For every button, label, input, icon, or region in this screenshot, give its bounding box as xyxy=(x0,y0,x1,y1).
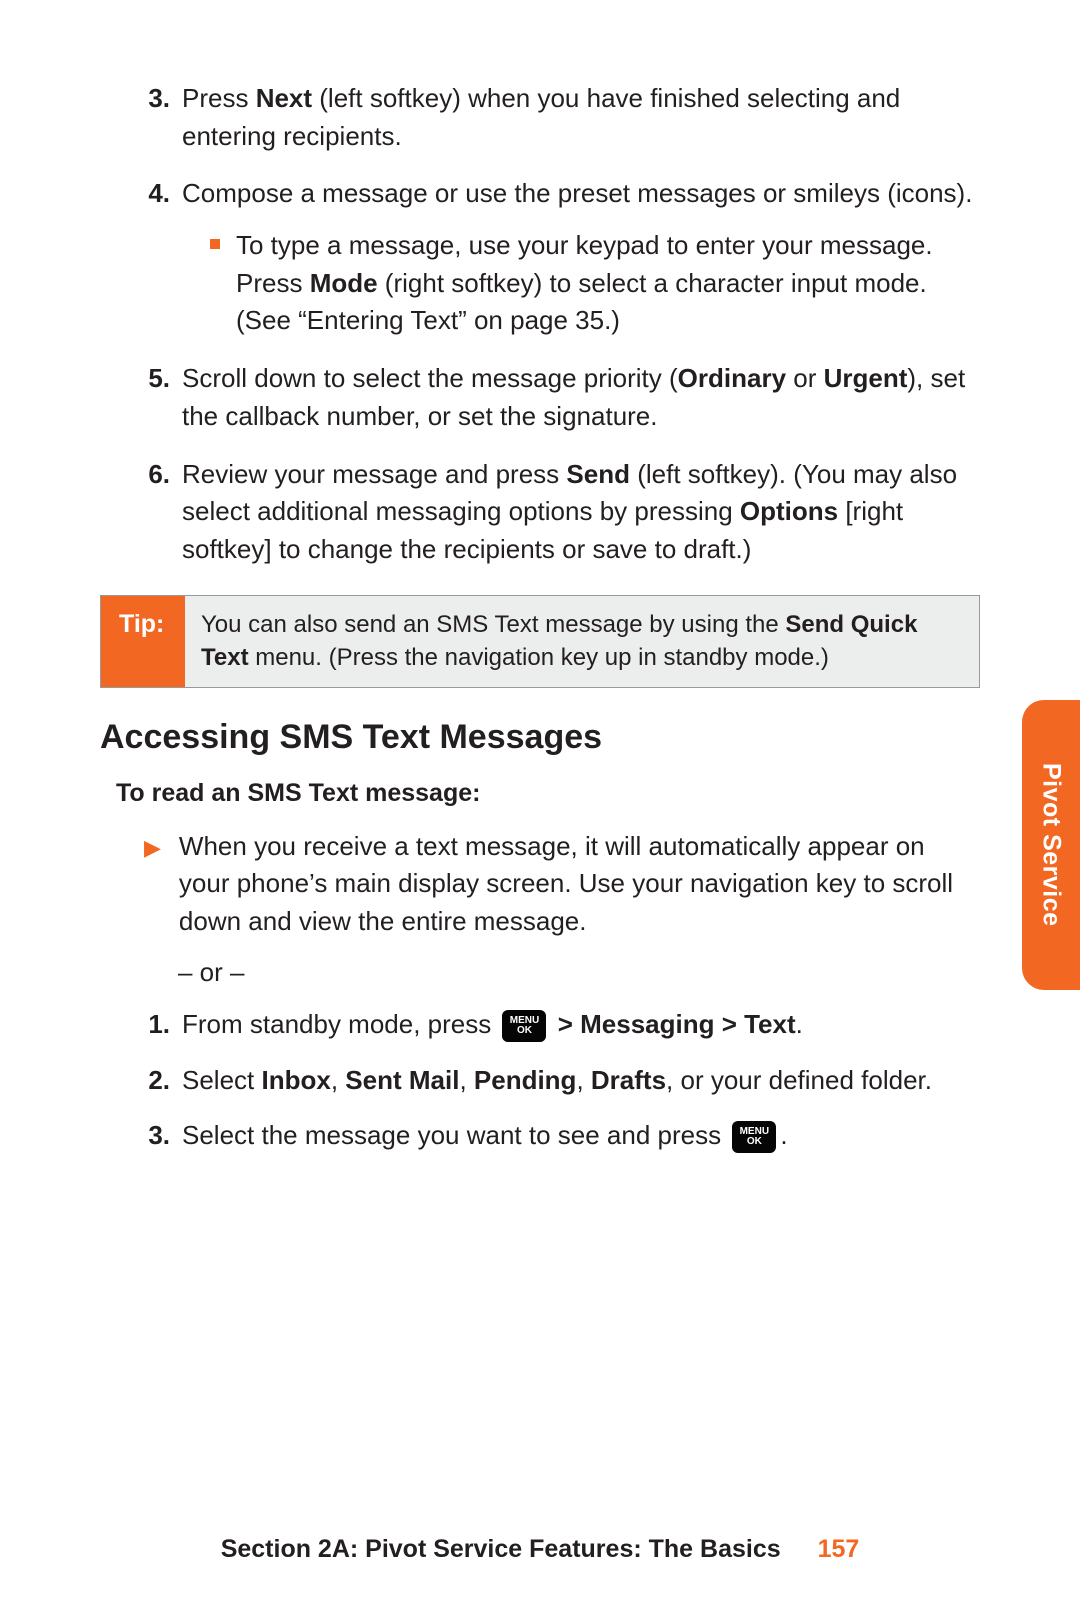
list-item: 2.Select Inbox, Sent Mail, Pending, Draf… xyxy=(140,1062,980,1100)
list-item: 3.Press Next (left softkey) when you hav… xyxy=(140,80,980,155)
step-number: 5. xyxy=(140,360,182,435)
lower-steps-list: 1.From standby mode, press MENUOK > Mess… xyxy=(140,1006,980,1155)
step-number: 2. xyxy=(140,1062,182,1100)
menu-ok-key-icon: MENUOK xyxy=(732,1121,776,1153)
step-content: Press Next (left softkey) when you have … xyxy=(182,80,980,155)
list-item: 6.Review your message and press Send (le… xyxy=(140,456,980,569)
step-number: 3. xyxy=(140,1117,182,1155)
step-number: 1. xyxy=(140,1006,182,1044)
sub-bullet-text: To type a message, use your keypad to en… xyxy=(236,227,980,340)
page-footer: Section 2A: Pivot Service Features: The … xyxy=(0,1535,1080,1564)
tip-content: You can also send an SMS Text message by… xyxy=(185,596,979,687)
step-content: From standby mode, press MENUOK > Messag… xyxy=(182,1006,803,1044)
square-bullet-icon xyxy=(210,239,220,249)
side-tab-label: Pivot Service xyxy=(1037,763,1066,927)
step-content: Scroll down to select the message priori… xyxy=(182,360,980,435)
step-content: Review your message and press Send (left… xyxy=(182,456,980,569)
footer-section: Section 2A: Pivot Service Features: The … xyxy=(221,1535,781,1563)
tip-box: Tip: You can also send an SMS Text messa… xyxy=(100,595,980,688)
list-item: 1.From standby mode, press MENUOK > Mess… xyxy=(140,1006,980,1044)
sub-bullet: To type a message, use your keypad to en… xyxy=(210,227,980,340)
step-content: Compose a message or use the preset mess… xyxy=(182,175,980,340)
triangle-text: When you receive a text message, it will… xyxy=(179,828,980,941)
tip-label: Tip: xyxy=(101,596,185,687)
step-content: Select the message you want to see and p… xyxy=(182,1117,788,1155)
upper-steps-list: 3.Press Next (left softkey) when you hav… xyxy=(140,80,980,569)
step-content: Select Inbox, Sent Mail, Pending, Drafts… xyxy=(182,1062,932,1100)
list-item: 5.Scroll down to select the message prio… xyxy=(140,360,980,435)
step-number: 3. xyxy=(140,80,182,155)
section-subheading: To read an SMS Text message: xyxy=(116,779,980,808)
side-tab: Pivot Service xyxy=(1022,700,1080,990)
menu-ok-key-icon: MENUOK xyxy=(502,1010,546,1042)
triangle-icon: ▶ xyxy=(144,832,161,941)
list-item: 3.Select the message you want to see and… xyxy=(140,1117,980,1155)
list-item: 4.Compose a message or use the preset me… xyxy=(140,175,980,340)
step-number: 6. xyxy=(140,456,182,569)
step-number: 4. xyxy=(140,175,182,340)
footer-page-number: 157 xyxy=(818,1535,860,1563)
or-separator: – or – xyxy=(178,957,980,988)
triangle-bullet-item: ▶ When you receive a text message, it wi… xyxy=(144,828,980,941)
section-heading: Accessing SMS Text Messages xyxy=(100,718,980,757)
